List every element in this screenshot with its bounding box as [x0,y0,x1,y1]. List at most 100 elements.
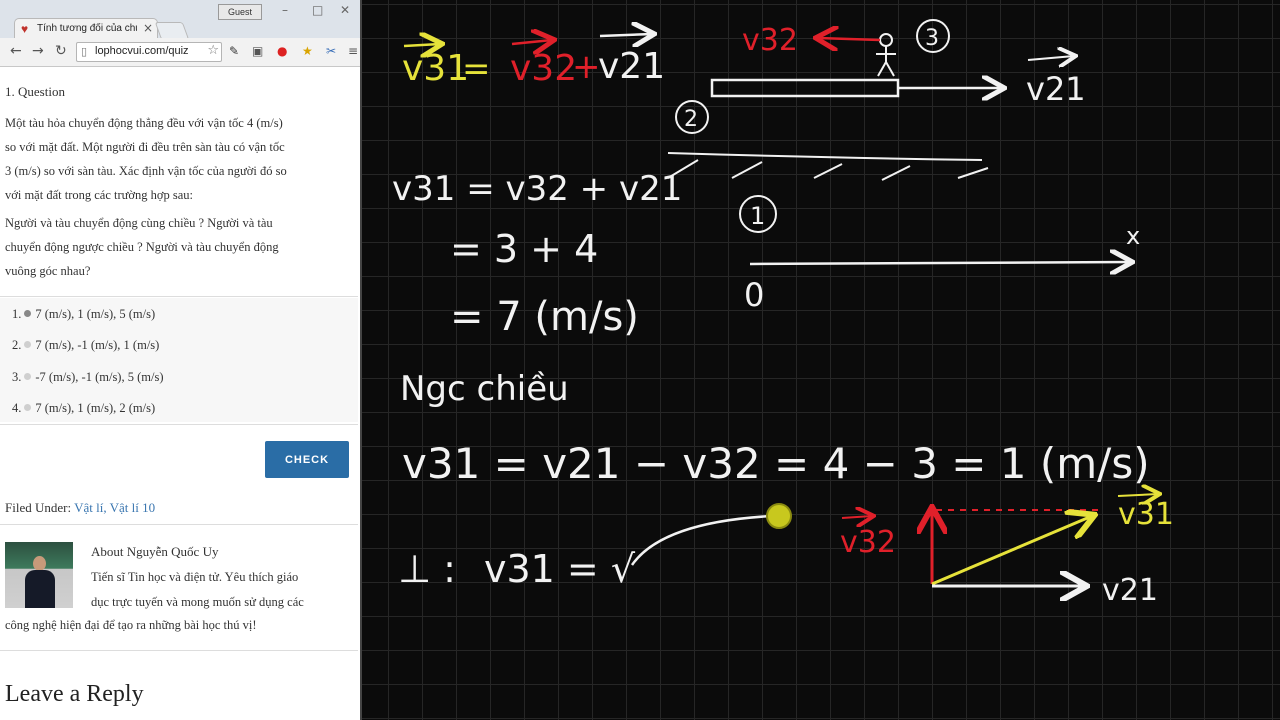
answer-option-2[interactable]: 2. 7 (m/s), -1 (m/s), 1 (m/s) [12,338,159,353]
tab-title: Tính tương đối của chuyển [37,23,137,34]
circle-3-label: 3 [925,26,939,51]
answer-list: 1. 7 (m/s), 1 (m/s), 5 (m/s) 2. 7 (m/s), -… [0,298,358,422]
vector-arrow-mark [599,34,652,36]
equation-line-1: v31 = v32 + v21 [392,169,682,209]
vector-v32-label: v32 [510,48,577,89]
divider [0,650,358,651]
handwriting-layer: v31 = v32 + v21 v21 v32 3 2 v31 = v32 + … [392,19,1174,608]
answer-number: 3. [12,370,22,384]
triangle-v31-arrow [931,516,1092,586]
question-text-line: Một tàu hỏa chuyển động thẳng đều với vậ… [5,116,283,130]
answer-label: -7 (m/s), -1 (m/s), 5 (m/s) [35,370,164,384]
question-cases-line: chuyển động ngược chiều ? Người và tàu c… [5,240,279,254]
author-heading: About Nguyễn Quốc Uy [91,544,219,559]
vector-arrow-mark [403,44,440,46]
vector-v21-label: v21 [598,46,665,87]
address-bar[interactable]: ▯ lophocvui.com/quiz ☆ [76,42,222,62]
maximize-icon[interactable]: □ [312,3,323,17]
author-bio-line: dục trực tuyến và mong muốn sử dụng các [91,595,304,609]
category-link-vat-li-10[interactable]: Vật lí 10 [110,500,156,515]
divider [0,296,358,297]
divider [0,524,358,525]
vector-v31-label: v31 [402,48,469,89]
check-button[interactable]: CHECK [265,441,349,478]
person-head [879,33,893,47]
close-window-icon[interactable]: ✕ [340,3,350,17]
answer-number: 2. [12,338,22,352]
vector-arrow-mark [841,516,872,518]
reload-icon[interactable]: ↻ [55,43,67,59]
question-text-line: so với mặt đất. Một người đi đều trên sà… [5,140,285,154]
category-separator: , [103,500,107,515]
author-bio-line: Tiến sĩ Tin học và điện tử. Yêu thích gi… [91,570,299,584]
page-content: 1. Question Một tàu hỏa chuyển động thẳn… [0,66,358,720]
sqrt-overline [630,514,773,566]
vector-arrow-mark [511,40,552,44]
guest-profile-badge[interactable]: Guest [218,4,262,20]
train-body [710,78,900,98]
tab-close-icon[interactable]: × [143,21,153,35]
radio-button[interactable] [24,404,32,411]
browser-window: ♥ Tính tương đối của chuyển × Guest – □ … [0,0,362,720]
blackboard: v31 = v32 + v21 v21 v32 3 2 v31 = v32 + … [362,0,1280,720]
opposite-heading: Ngc chiều [400,369,569,409]
forward-arrow-icon[interactable]: → [32,43,44,59]
answer-option-4[interactable]: 4. 7 (m/s), 1 (m/s), 2 (m/s) [12,401,155,416]
divider [0,424,358,425]
radio-button[interactable] [24,373,32,380]
site-favicon-icon: ♥ [21,22,29,36]
author-bio-line: công nghệ hiện đại để tạo ra những bài h… [5,618,257,632]
origin-label: 0 [744,276,764,314]
plus-sign: + [572,47,601,87]
pointer-cursor-icon [766,503,792,529]
vector-arrow-mark [1027,56,1074,60]
pipette-icon[interactable]: ✎ [229,44,239,58]
back-arrow-icon[interactable]: ← [10,43,22,59]
category-link-vat-li[interactable]: Vật lí [74,500,103,515]
ground-line [667,152,983,161]
menu-icon[interactable]: ≡ [348,44,358,58]
opposite-equation: v31 = v21 − v32 = 4 − 3 = 1 (m/s) [402,439,1150,488]
answer-option-1[interactable]: 1. 7 (m/s), 1 (m/s), 5 (m/s) [12,307,155,322]
minimize-icon[interactable]: – [282,3,288,17]
answer-label: 7 (m/s), 1 (m/s), 5 (m/s) [35,307,156,321]
v21-label: v21 [1026,70,1086,108]
answer-number: 1. [12,307,22,321]
circle-2-label: 2 [684,107,698,132]
v32-label: v32 [742,23,798,58]
question-cases-line: Người và tàu chuyển động cùng chiều ? Ng… [5,216,273,230]
vector-arrow-mark [1117,494,1158,496]
x-axis-label: x [1126,222,1140,250]
person-body [876,46,896,77]
answer-number: 4. [12,401,22,415]
radio-button[interactable] [24,310,32,317]
equals-sign: = [462,49,491,89]
leave-reply-heading: Leave a Reply [5,681,144,707]
question-text-line: với mặt đất trong các trường hợp sau: [5,188,194,202]
page-icon: ▯ [81,45,88,58]
triangle-v31-label: v31 [1118,497,1174,532]
author-avatar [5,542,73,608]
ground-hatch [667,159,989,181]
question-title: 1. Question [5,84,65,99]
answer-option-3[interactable]: 3. -7 (m/s), -1 (m/s), 5 (m/s) [12,370,163,385]
perpendicular-symbol: ⊥ : [398,547,456,591]
opera-icon[interactable]: ● [277,44,287,58]
filed-under-label: Filed Under: [5,500,72,515]
bookmark-icon[interactable]: ★ [302,44,313,58]
radio-button[interactable] [24,341,32,348]
filed-under: Filed Under: Vật lí, Vật lí 10 [5,500,155,516]
circle-1-label: 1 [750,202,765,230]
screen-icon[interactable]: ▣ [252,44,263,58]
answer-label: 7 (m/s), 1 (m/s), 2 (m/s) [35,401,156,415]
triangle-v21-label: v21 [1102,573,1158,608]
answer-label: 7 (m/s), -1 (m/s), 1 (m/s) [35,338,160,352]
equation-line-2: = 3 + 4 [450,227,598,271]
question-cases-line: vuông góc nhau? [5,264,91,278]
x-axis-arrow [749,262,1130,264]
perpendicular-equation: v31 = √ [484,547,636,591]
question-text-line: 3 (m/s) so với sàn tàu. Xác định vận tốc… [5,164,287,178]
tool-icon[interactable]: ✂ [326,44,336,58]
star-icon[interactable]: ☆ [207,43,219,58]
url-text: lophocvui.com/quiz [95,45,189,57]
